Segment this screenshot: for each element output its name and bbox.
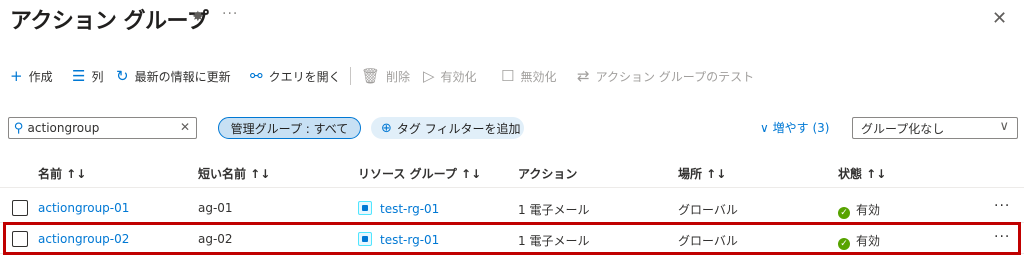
short-name: ag-01 — [198, 201, 233, 215]
refresh-button[interactable]: ↻ 最新の情報に更新 — [116, 64, 250, 88]
column-header-location[interactable]: 場所 ↑↓ — [678, 165, 726, 182]
column-header-short-name[interactable]: 短い名前 ↑↓ — [198, 165, 270, 182]
toolbar-divider — [350, 67, 351, 85]
scope-filter-pill[interactable]: 管理グループ : すべて — [218, 117, 361, 139]
columns-icon: ☰ — [72, 66, 86, 85]
delete-button[interactable]: 🗑 削除 — [361, 64, 423, 88]
plus-icon: + — [10, 66, 23, 85]
chevron-down-icon: ∨ — [999, 119, 1009, 134]
refresh-label: 最新の情報に更新 — [134, 69, 231, 84]
resource-group-link[interactable]: test-rg-01 — [380, 202, 439, 216]
resource-group-icon — [358, 201, 372, 215]
tag-filter-icon: ⊕ — [381, 120, 392, 136]
action-summary: 1 電子メール — [518, 234, 590, 248]
clear-search-icon[interactable]: ✕ — [180, 120, 190, 134]
action-group-name-link[interactable]: actiongroup-01 — [38, 201, 129, 215]
close-icon[interactable]: ✕ — [992, 8, 1007, 29]
delete-icon: 🗑 — [361, 66, 381, 85]
pin-icon[interactable]: ✸ — [192, 9, 204, 25]
enable-button[interactable]: ▷ 有効化 — [423, 64, 501, 88]
status-label: 有効 — [856, 234, 881, 248]
open-query-button[interactable]: ⚯ クエリを開く — [250, 64, 350, 88]
column-header-status[interactable]: 状態 ↑↓ — [838, 165, 886, 182]
check-circle-icon: ✓ — [838, 207, 850, 219]
table-row[interactable]: actiongroup-01 ag-01 test-rg-01 1 電子メール … — [0, 193, 1024, 223]
columns-label: 列 — [91, 69, 104, 84]
enable-label: 有効化 — [440, 69, 477, 84]
create-button[interactable]: + 作成 — [10, 64, 72, 88]
test-label: アクション グループのテスト — [595, 69, 755, 84]
location: グローバル — [678, 203, 738, 217]
chevron-down-icon: ∨ — [760, 121, 769, 135]
search-icon: ⚲ — [14, 120, 24, 136]
search-box: ⚲ ✕ — [8, 117, 197, 139]
status-label: 有効 — [856, 203, 881, 217]
refresh-icon: ↻ — [116, 66, 129, 85]
location: グローバル — [678, 234, 738, 248]
disable-label: 無効化 — [520, 69, 557, 84]
columns-button[interactable]: ☰ 列 — [72, 64, 116, 88]
resource-group-link[interactable]: test-rg-01 — [380, 233, 439, 247]
short-name: ag-02 — [198, 232, 233, 246]
action-summary: 1 電子メール — [518, 203, 590, 217]
action-group-name-link[interactable]: actiongroup-02 — [38, 232, 129, 246]
grouping-value: グループ化なし — [861, 121, 945, 136]
expand-filters-link[interactable]: ∨ 増やす (3) — [760, 119, 829, 136]
query-label: クエリを開く — [268, 69, 341, 84]
resource-group-cell: test-rg-01 — [358, 201, 439, 216]
check-circle-icon: ✓ — [838, 238, 850, 250]
more-icon[interactable]: ··· — [994, 198, 1010, 214]
expand-label: 増やす (3) — [772, 121, 830, 135]
command-bar: + 作成 ☰ 列 ↻ 最新の情報に更新 ⚯ クエリを開く 🗑 削除 ▷ 有効化 … — [10, 62, 754, 90]
search-input[interactable] — [27, 121, 168, 135]
more-icon[interactable]: ··· — [994, 229, 1010, 245]
add-tag-filter-button[interactable]: ⊕ タグ フィルターを追加 — [371, 117, 524, 139]
column-header-name[interactable]: 名前 ↑↓ — [38, 165, 86, 182]
resource-group-cell: test-rg-01 — [358, 232, 439, 247]
more-icon[interactable]: ··· — [222, 6, 238, 22]
grouping-dropdown[interactable]: グループ化なし ∨ — [852, 117, 1018, 139]
column-header-resource-group[interactable]: リソース グループ ↑↓ — [358, 165, 481, 182]
row-checkbox[interactable] — [12, 200, 28, 216]
test-action-group-button[interactable]: ⇄ アクション グループのテスト — [577, 64, 754, 88]
delete-label: 削除 — [386, 69, 411, 84]
query-icon: ⚯ — [250, 66, 263, 85]
table-header: 名前 ↑↓ 短い名前 ↑↓ リソース グループ ↑↓ アクション 場所 ↑↓ 状… — [0, 158, 1024, 188]
resource-group-icon — [358, 232, 372, 246]
row-checkbox[interactable] — [12, 231, 28, 247]
status-cell: ✓ 有効 — [838, 201, 880, 219]
checkbox-icon: ☐ — [501, 66, 515, 85]
play-icon: ▷ — [423, 66, 435, 85]
create-label: 作成 — [28, 69, 53, 84]
disable-button[interactable]: ☐ 無効化 — [501, 64, 577, 88]
status-cell: ✓ 有効 — [838, 232, 880, 250]
swap-icon: ⇄ — [577, 66, 590, 85]
add-tag-label: タグ フィルターを追加 — [396, 121, 521, 136]
page-title: アクション グループ — [10, 9, 209, 34]
table-row[interactable]: actiongroup-02 ag-02 test-rg-01 1 電子メール … — [0, 224, 1024, 254]
column-header-action: アクション — [518, 167, 578, 181]
